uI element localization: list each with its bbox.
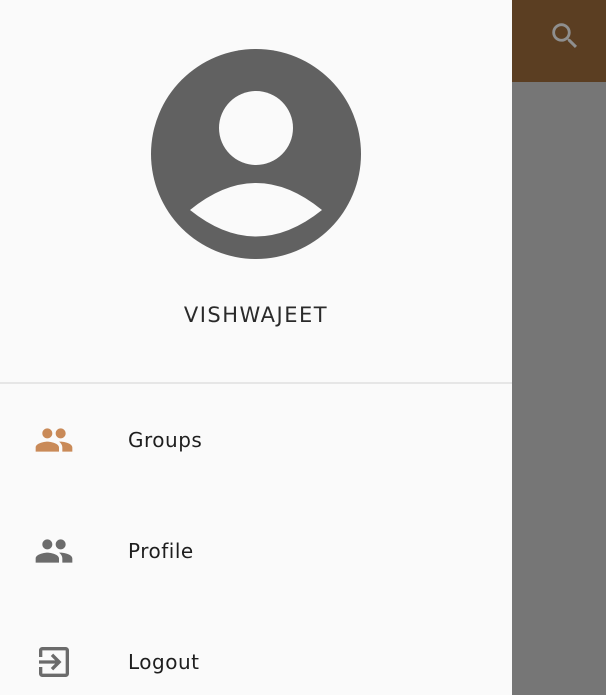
search-button[interactable] xyxy=(543,14,587,58)
exit-to-app-icon xyxy=(33,641,75,683)
menu-item-label: Logout xyxy=(128,649,200,674)
account-circle-icon[interactable] xyxy=(150,48,362,260)
group-icon xyxy=(33,419,75,461)
navigation-drawer: VISHWAJEET Groups Profile Logout xyxy=(0,0,512,695)
drawer-menu: Groups Profile Logout xyxy=(0,384,512,695)
app-screen: VISHWAJEET Groups Profile Logout xyxy=(0,0,606,695)
menu-item-label: Profile xyxy=(128,538,194,563)
menu-item-profile[interactable]: Profile xyxy=(0,495,512,606)
drawer-header: VISHWAJEET xyxy=(0,0,512,382)
user-name: VISHWAJEET xyxy=(183,303,329,327)
menu-item-label: Groups xyxy=(128,427,203,452)
menu-item-groups[interactable]: Groups xyxy=(0,384,512,495)
drawer-scrim[interactable] xyxy=(512,82,606,695)
group-icon xyxy=(33,530,75,572)
search-icon xyxy=(552,23,578,49)
menu-item-logout[interactable]: Logout xyxy=(0,606,512,695)
